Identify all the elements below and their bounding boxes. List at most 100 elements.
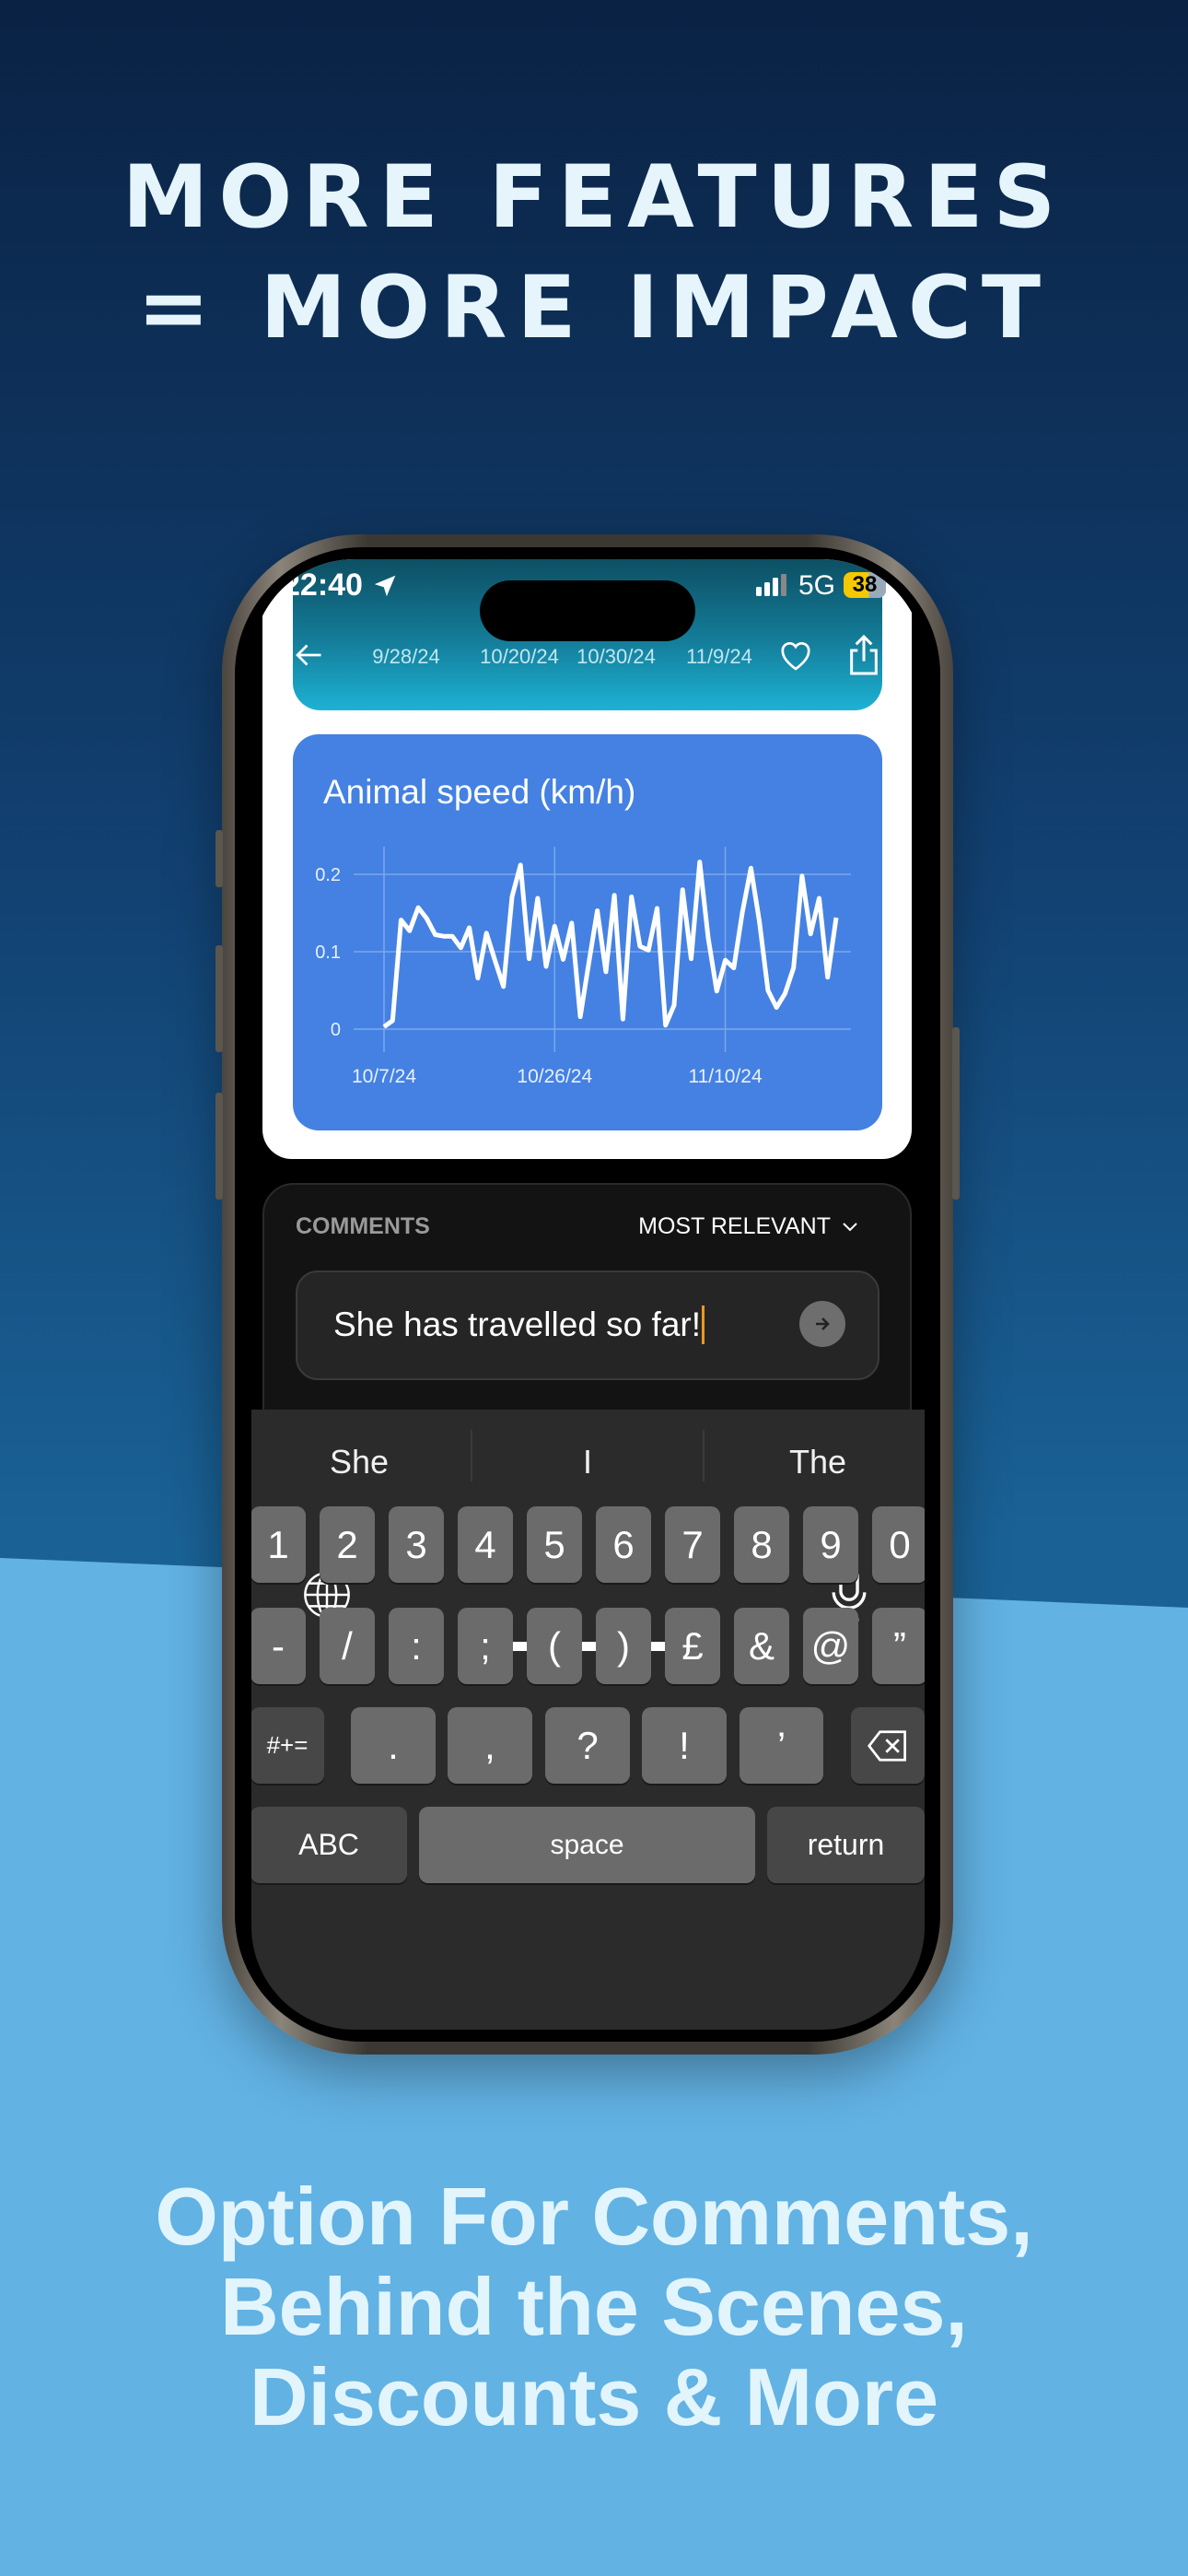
key-label: ; <box>480 1623 491 1668</box>
key-label: ) <box>617 1623 630 1668</box>
share-icon[interactable] <box>845 633 882 677</box>
key-label: ( <box>548 1623 561 1668</box>
x-tick-label: 11/10/24 <box>688 1066 763 1087</box>
signal-icon <box>756 574 786 596</box>
y-tick-label: 0 <box>331 1020 341 1040</box>
sort-dropdown[interactable]: MOST RELEVANT <box>638 1213 858 1240</box>
key[interactable]: 5 <box>527 1506 582 1583</box>
x-tick-label: 10/7/24 <box>352 1066 416 1087</box>
delete-key[interactable] <box>851 1707 925 1784</box>
key-label: space <box>550 1829 624 1860</box>
dynamic-island <box>480 580 695 641</box>
status-time: 22:40 <box>283 568 363 603</box>
key[interactable]: @ <box>803 1608 858 1684</box>
key-label: 2 <box>336 1522 358 1566</box>
chevron-down-icon <box>843 1222 857 1231</box>
headline-line-1: MORE FEATURES <box>122 147 1066 248</box>
key-label: #+= <box>266 1731 309 1759</box>
battery-icon: 38 <box>844 572 886 598</box>
key[interactable]: ( <box>527 1608 582 1684</box>
key[interactable]: 2 <box>320 1506 375 1583</box>
speed-series-line <box>382 860 839 1029</box>
key[interactable]: 8 <box>734 1506 789 1583</box>
key-label: ? <box>577 1723 599 1767</box>
keyboard: She I The 1 2 3 4 5 6 7 8 9 0 - /:; () £ & @ ” #+=.,?! ’ AB… <box>251 1410 925 2030</box>
network-type: 5G <box>798 570 836 601</box>
arrow-right-icon <box>816 1317 830 1330</box>
key[interactable]: 9 <box>803 1506 858 1583</box>
y-tick-label: 0.2 <box>315 865 341 885</box>
key-label: return <box>807 1828 885 1861</box>
key[interactable]: ) <box>596 1608 651 1684</box>
key[interactable]: ? <box>545 1707 630 1784</box>
key-label: ABC <box>298 1828 359 1861</box>
volume-down-button <box>215 1093 223 1200</box>
battery-level: 38 <box>852 572 878 597</box>
key[interactable]: & <box>734 1608 789 1684</box>
key-label: £ <box>681 1623 704 1668</box>
key-label: 8 <box>751 1522 773 1566</box>
send-button[interactable] <box>799 1301 845 1347</box>
volume-up-button <box>215 945 223 1052</box>
speed-line-chart: 0 0.1 0.2 10/7/24 10/26/24 11/10/24 <box>315 847 851 1087</box>
key-label: 9 <box>820 1522 842 1566</box>
key[interactable]: ’ <box>740 1707 823 1784</box>
key-label: & <box>748 1623 775 1668</box>
key[interactable]: : <box>389 1608 444 1684</box>
comment-input-value[interactable]: She has travelled so far! <box>333 1306 705 1344</box>
key-label: 7 <box>681 1522 704 1566</box>
key-label: - <box>272 1623 285 1668</box>
key[interactable]: ; <box>458 1608 513 1684</box>
key-label: 1 <box>267 1522 289 1566</box>
suggestion-i[interactable]: I <box>583 1443 592 1481</box>
comments-title: COMMENTS <box>296 1213 430 1239</box>
subline-2: Behind the Scenes, <box>220 2261 968 2352</box>
key[interactable]: £ <box>665 1608 720 1684</box>
symbols-key[interactable]: #+= <box>251 1707 324 1784</box>
animal-speed-chart-card: Animal speed (km/h) 0 0.1 0.2 10/7/24 10/26/… <box>293 734 882 1130</box>
key[interactable]: 6 <box>596 1506 651 1583</box>
key[interactable]: - <box>251 1608 306 1684</box>
key-label: / <box>342 1623 353 1668</box>
date-label: 10/30/24 <box>577 645 656 668</box>
suggestion-she[interactable]: She <box>330 1443 389 1481</box>
key[interactable]: 0 <box>872 1506 925 1583</box>
y-tick-label: 0.1 <box>315 943 341 963</box>
key[interactable]: , <box>448 1707 532 1784</box>
key[interactable]: 3 <box>389 1506 444 1583</box>
abc-key[interactable]: ABC <box>251 1807 407 1883</box>
key-label: 3 <box>405 1522 427 1566</box>
backspace-icon <box>868 1729 906 1762</box>
key-label: 0 <box>889 1522 911 1566</box>
key[interactable]: 7 <box>665 1506 720 1583</box>
subline-3: Discounts & More <box>249 2351 939 2442</box>
key[interactable]: / <box>320 1608 375 1684</box>
key[interactable]: ! <box>642 1707 727 1784</box>
key-label: : <box>411 1623 422 1668</box>
comment-input[interactable]: She has travelled so far! <box>296 1270 879 1380</box>
heart-icon[interactable] <box>776 637 815 673</box>
return-key[interactable]: return <box>767 1807 925 1883</box>
date-label: 10/20/24 <box>480 645 559 668</box>
date-label: 9/28/24 <box>372 645 440 668</box>
location-arrow-icon <box>374 575 396 597</box>
x-tick-label: 10/26/24 <box>517 1066 592 1087</box>
subline-1: Option For Comments, <box>155 2171 1033 2262</box>
key-label: @ <box>810 1623 851 1668</box>
suggestion-the[interactable]: The <box>789 1443 846 1481</box>
key-label: 4 <box>474 1522 496 1566</box>
key-label: ! <box>679 1723 690 1767</box>
sort-label: MOST RELEVANT <box>638 1213 831 1239</box>
power-button <box>952 1027 960 1200</box>
headline-line-2: = MORE IMPACT <box>137 258 1051 358</box>
key[interactable]: . <box>351 1707 436 1784</box>
phone-screen: 9/28/24 10/20/24 10/30/24 11/9/24 22:40 … <box>251 559 925 2030</box>
key[interactable]: 1 <box>251 1506 306 1583</box>
key[interactable]: 4 <box>458 1506 513 1583</box>
key-label: 5 <box>543 1522 565 1566</box>
key[interactable]: ” <box>872 1608 925 1684</box>
key-label: ’ <box>776 1723 786 1767</box>
space-key[interactable]: space <box>419 1807 755 1883</box>
back-arrow-icon[interactable] <box>292 638 325 672</box>
key-label: , <box>484 1723 495 1767</box>
